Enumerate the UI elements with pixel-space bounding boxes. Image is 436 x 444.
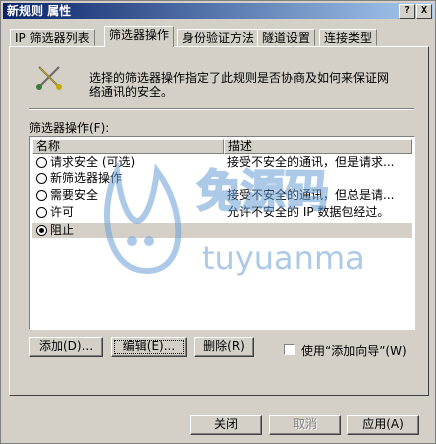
close-window-button[interactable]: X [416,4,432,19]
use-wizard-checkbox[interactable] [284,344,295,355]
watermark-logo: 兔源码 tuyuanma [104,160,365,277]
tab-connection-type[interactable]: 连接类型 [319,29,378,46]
filter-actions-label: 筛选器操作(F): [29,121,110,135]
watermark-text-en: tuyuanma [202,239,365,277]
radio-button[interactable] [36,173,47,184]
tab-tunnel-settings[interactable]: 隧道设置 [257,29,316,46]
cancel-button[interactable]: 取消 [269,415,341,435]
apply-button[interactable]: 应用(A) [347,415,419,435]
tab-auth-methods[interactable]: 身份验证方法 [177,29,260,46]
window-title: 新规则 属性 [7,4,72,18]
help-button[interactable]: ? [399,4,415,19]
watermark-text-cn: 兔源码 [197,166,329,217]
radio-button-checked[interactable] [36,225,47,236]
radio-button[interactable] [36,207,47,218]
radio-button[interactable] [36,190,47,201]
use-wizard-label[interactable]: 使用“添加向导”(W) [301,342,407,359]
title-bar[interactable]: 新规则 属性 ? X [3,3,433,19]
remove-button[interactable]: 删除(R) [194,337,254,357]
edit-button[interactable]: 编辑(E)... [111,337,187,357]
tab-ip-filter-list[interactable]: IP 筛选器列表 [10,29,95,46]
filter-action-icon [36,66,62,90]
close-button[interactable]: 关闭 [190,415,262,435]
tab-filter-action[interactable]: 筛选器操作 [104,26,175,47]
description-text: 选择的筛选器操作指定了此规则是否协商及如何来保证网络通讯的安全。 [89,71,390,99]
properties-window: 新规则 属性 ? X IP 筛选器列表 筛选器操作 身份验证方法 隧道设置 连接… [0,0,436,444]
add-button[interactable]: 添加(D)... [29,337,103,357]
divider [29,108,414,110]
list-item-name: 许可 [50,205,75,219]
list-item-name: 阻止 [50,223,75,237]
radio-button[interactable] [36,157,47,168]
